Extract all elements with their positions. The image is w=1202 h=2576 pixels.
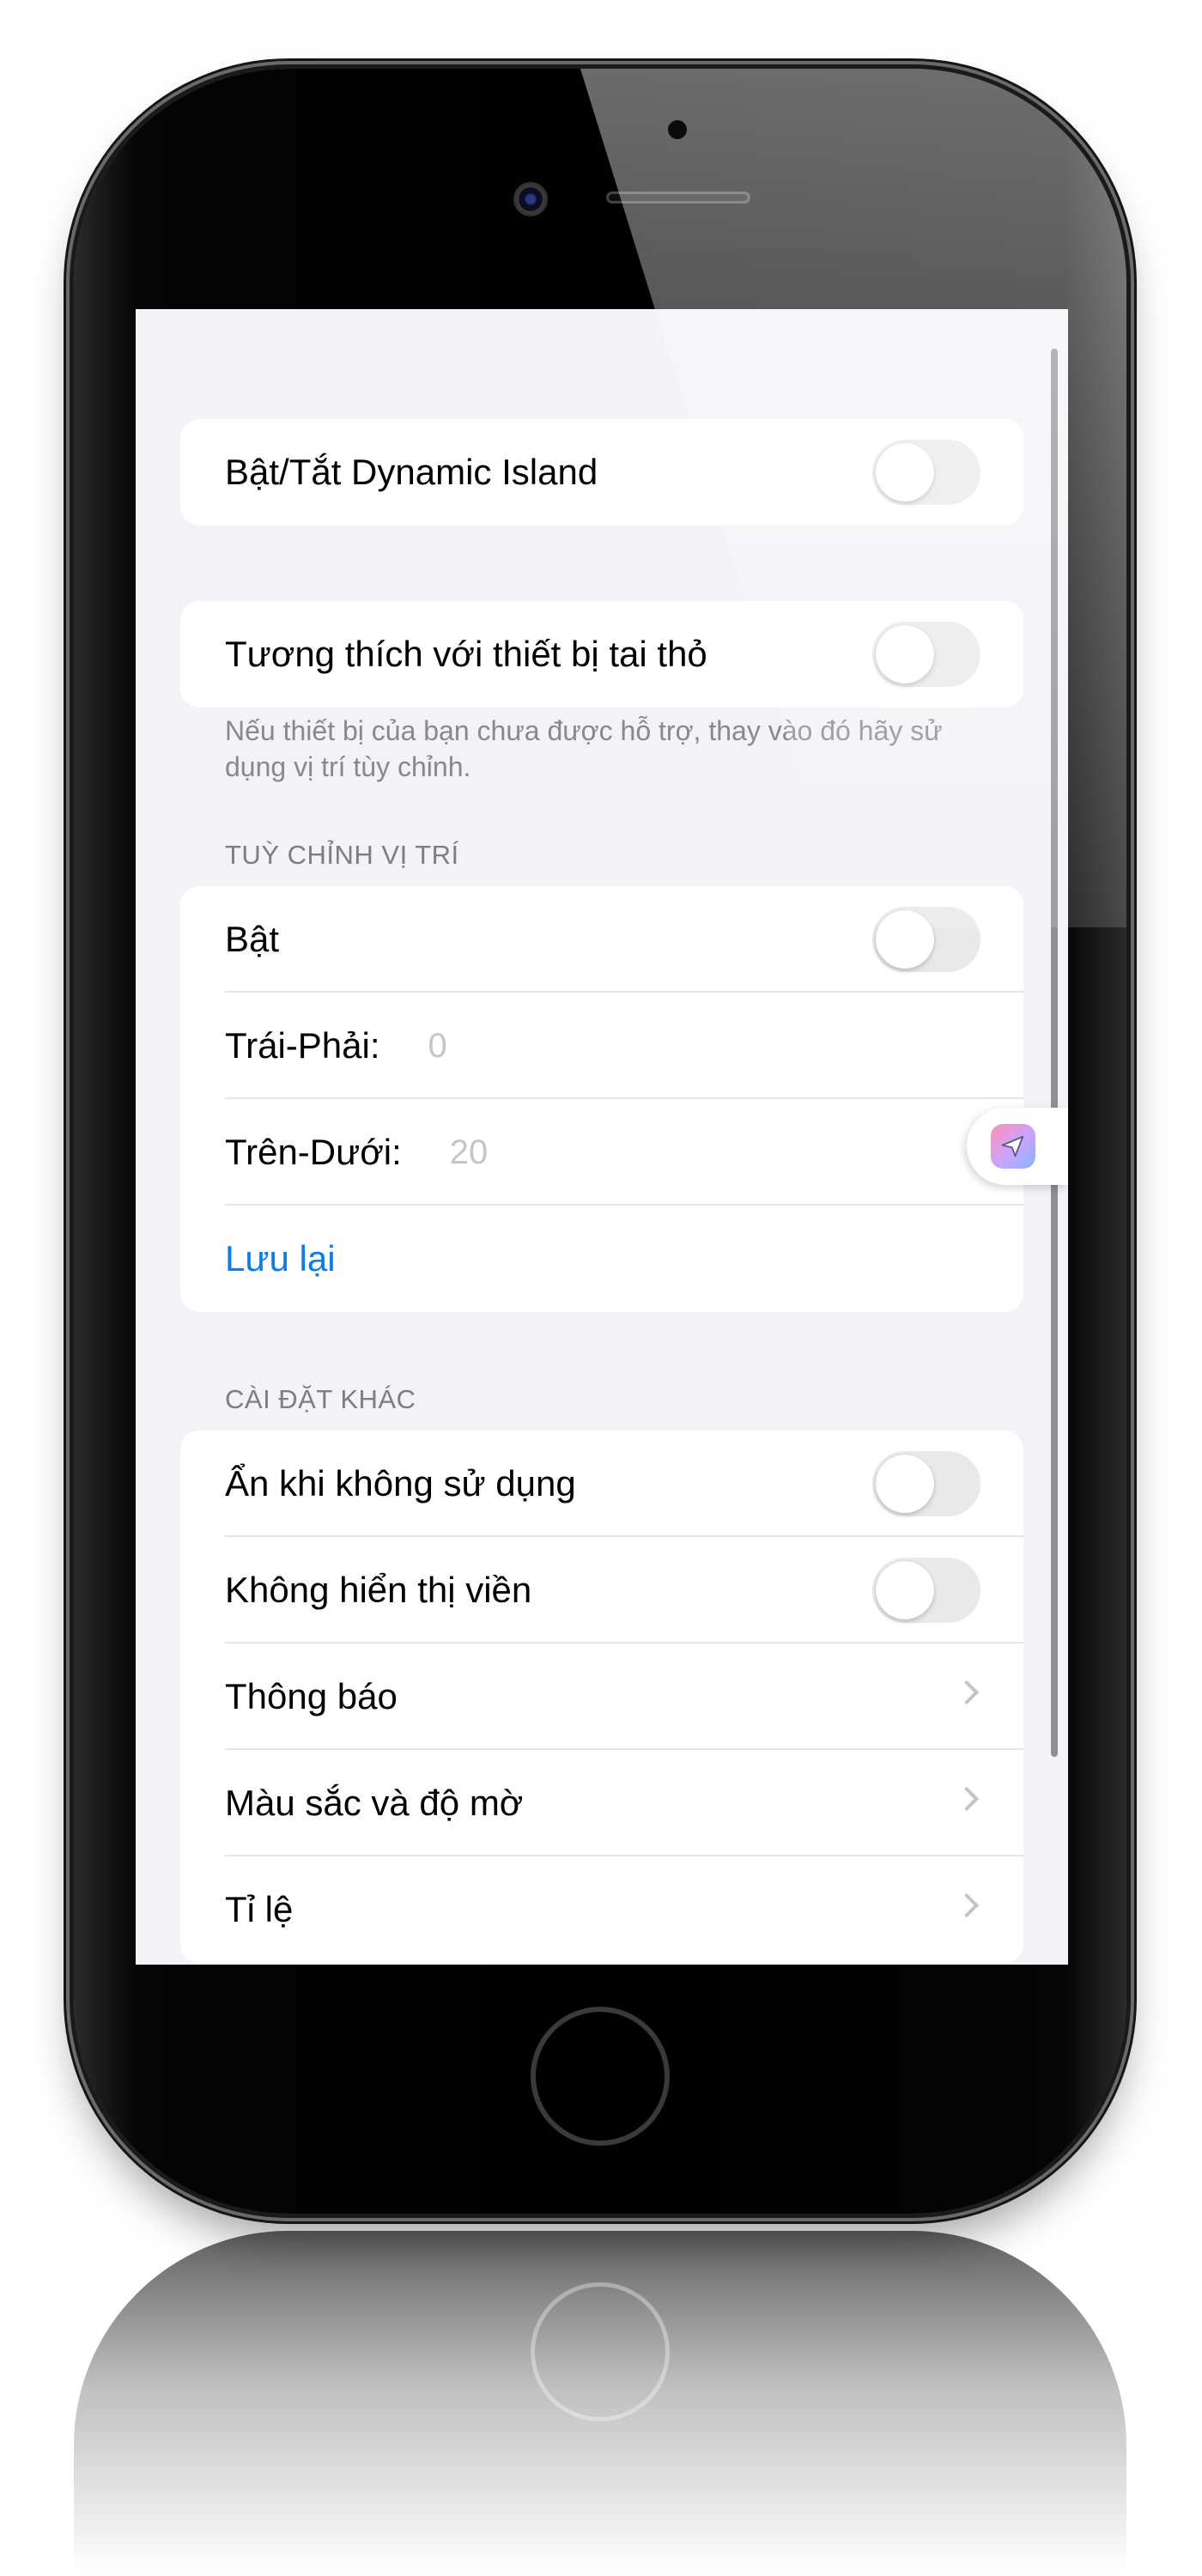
top-bottom-label: Trên-Dưới: bbox=[225, 1132, 402, 1172]
home-button[interactable] bbox=[531, 2007, 670, 2146]
notch-compat-group: Tương thích với thiết bị tai thỏ bbox=[180, 601, 1023, 708]
toggle-knob bbox=[876, 910, 934, 969]
notch-compat-footer: Nếu thiết bị của bạn chưa được hỗ trợ, t… bbox=[225, 715, 943, 782]
scale-label: Tỉ lệ bbox=[225, 1889, 294, 1929]
other-settings-header: CÀI ĐẶT KHÁC bbox=[225, 1384, 416, 1414]
custom-position-header: TUỲ CHỈNH VỊ TRÍ bbox=[225, 840, 459, 870]
top-bottom-row: Trên-Dưới: bbox=[180, 1099, 1023, 1206]
floating-action-button[interactable] bbox=[967, 1108, 1068, 1185]
dynamic-island-row: Bật/Tắt Dynamic Island bbox=[180, 419, 1023, 526]
top-bottom-input[interactable] bbox=[449, 1133, 707, 1172]
notch-compat-row: Tương thích với thiết bị tai thỏ bbox=[180, 601, 1023, 708]
chevron-right-icon bbox=[954, 1893, 980, 1918]
chevron-right-icon bbox=[954, 1786, 980, 1812]
custom-position-toggle[interactable] bbox=[872, 907, 980, 972]
left-right-label: Trái-Phải: bbox=[225, 1025, 380, 1066]
no-border-row: Không hiển thị viền bbox=[180, 1537, 1023, 1643]
notch-compat-label: Tương thích với thiết bị tai thỏ bbox=[225, 634, 707, 674]
toggle-knob bbox=[876, 625, 934, 683]
dynamic-island-group: Bật/Tắt Dynamic Island bbox=[180, 419, 1023, 526]
save-button[interactable]: Lưu lại bbox=[225, 1238, 336, 1279]
toggle-knob bbox=[876, 443, 934, 501]
no-border-label: Không hiển thị viền bbox=[225, 1570, 532, 1610]
scrollbar[interactable] bbox=[1051, 349, 1058, 1757]
chevron-right-icon bbox=[954, 1680, 980, 1705]
phone-reflection bbox=[74, 2231, 1126, 2574]
custom-position-group: Bật Trái-Phải: Trên-Dưới: Lưu lại bbox=[180, 886, 1023, 1312]
earpiece-speaker bbox=[606, 191, 750, 204]
settings-screen: Bật/Tắt Dynamic Island Tương thích với t… bbox=[136, 309, 1068, 1965]
left-right-row: Trái-Phải: bbox=[180, 993, 1023, 1099]
save-row[interactable]: Lưu lại bbox=[180, 1206, 1023, 1312]
left-right-input[interactable] bbox=[428, 1026, 686, 1066]
hide-when-unused-toggle[interactable] bbox=[872, 1451, 980, 1516]
paper-plane-icon bbox=[991, 1124, 1035, 1169]
no-border-toggle[interactable] bbox=[872, 1558, 980, 1623]
custom-position-enable-row: Bật bbox=[180, 886, 1023, 993]
notifications-label: Thông báo bbox=[225, 1676, 398, 1716]
proximity-sensor bbox=[668, 120, 687, 139]
hide-when-unused-row: Ẩn khi không sử dụng bbox=[180, 1431, 1023, 1537]
scale-row[interactable]: Tỉ lệ bbox=[180, 1856, 1023, 1963]
toggle-knob bbox=[876, 1561, 934, 1619]
hide-when-unused-label: Ẩn khi không sử dụng bbox=[225, 1463, 576, 1504]
front-camera bbox=[513, 182, 548, 216]
notifications-row[interactable]: Thông báo bbox=[180, 1643, 1023, 1750]
toggle-knob bbox=[876, 1455, 934, 1513]
notch-compat-toggle[interactable] bbox=[872, 622, 980, 687]
other-settings-group: Ẩn khi không sử dụng Không hiển thị viền… bbox=[180, 1431, 1023, 1963]
custom-position-enable-label: Bật bbox=[225, 919, 280, 959]
color-opacity-label: Màu sắc và độ mờ bbox=[225, 1783, 524, 1823]
color-opacity-row[interactable]: Màu sắc và độ mờ bbox=[180, 1750, 1023, 1856]
dynamic-island-toggle[interactable] bbox=[872, 440, 980, 505]
dynamic-island-label: Bật/Tắt Dynamic Island bbox=[225, 452, 598, 492]
home-button-reflection bbox=[531, 2282, 670, 2421]
